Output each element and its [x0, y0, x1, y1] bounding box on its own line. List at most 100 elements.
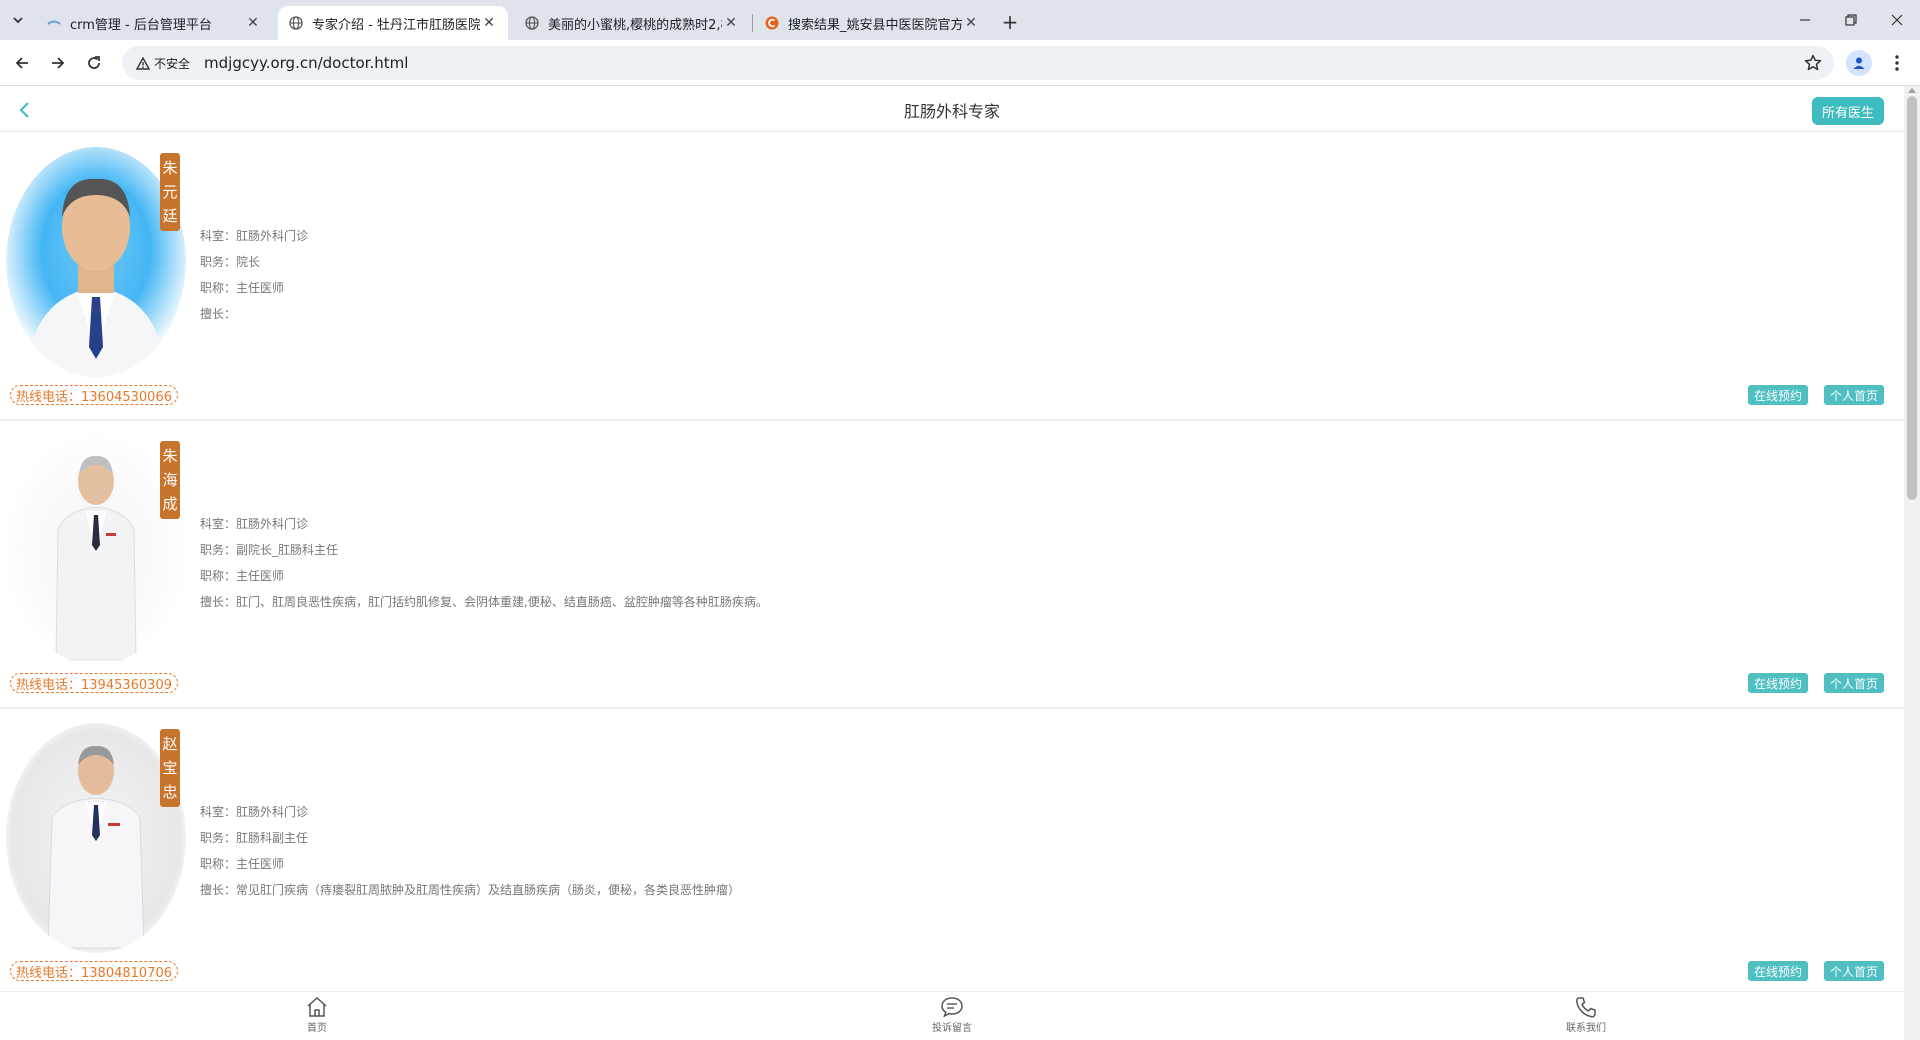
doctor-card: 朱 海 成 科室：肛肠外科门诊 职务：副院长_肛肠科主任 职称：主任医师 擅长：… — [0, 421, 1904, 709]
close-icon[interactable]: ✕ — [480, 14, 498, 32]
page-viewport: 肛肠外科专家 所有医生 朱 元 廷 科室：肛肠外科门诊 职务：院长 职称：主任医… — [0, 86, 1920, 1040]
tab-search-result[interactable]: 搜索结果_姚安县中医医院官方网 ✕ — [754, 6, 990, 40]
tab-strip: crm管理 - 后台管理平台 ✕ 专家介绍 - 牡丹江市肛肠医院 ✕ 美丽的小蜜… — [0, 0, 1920, 40]
doctor-photo[interactable] — [6, 147, 186, 377]
all-doctors-button[interactable]: 所有医生 — [1812, 97, 1884, 125]
doctor-title: 职称：主任医师 — [200, 569, 285, 583]
tab-doctor-page[interactable]: 专家介绍 - 牡丹江市肛肠医院 ✕ — [278, 6, 508, 40]
name-char: 元 — [162, 183, 178, 201]
doctor-position: 职务：副院长_肛肠科主任 — [200, 543, 339, 557]
doctor-position: 职务：肛肠科副主任 — [200, 831, 309, 845]
chevron-down-icon — [13, 17, 23, 24]
minimize-icon — [1800, 19, 1810, 21]
name-char: 成 — [162, 495, 178, 513]
doctor-department: 科室：肛肠外科门诊 — [200, 517, 309, 531]
back-arrow-icon — [15, 57, 28, 69]
doctor-hotline[interactable]: 热线电话：13604530066 — [10, 385, 178, 405]
online-appointment-button[interactable]: 在线预约 — [1748, 673, 1809, 693]
url-text[interactable]: mdjgcyy.org.cn/doctor.html — [204, 54, 408, 72]
plus-icon: + — [1001, 10, 1019, 34]
browser-menu-button[interactable] — [1884, 50, 1910, 76]
doctor-title: 职称：主任医师 — [200, 281, 285, 295]
phone-icon — [1575, 997, 1596, 1018]
doctor-photo[interactable] — [6, 723, 186, 953]
browser-toolbar: 不安全 mdjgcyy.org.cn/doctor.html — [0, 40, 1920, 86]
personal-homepage-button[interactable]: 个人首页 — [1824, 385, 1885, 405]
crm-favicon-icon — [46, 15, 62, 31]
name-char: 廷 — [162, 207, 178, 225]
name-char: 朱 — [162, 159, 178, 177]
tab-title: 搜索结果_姚安县中医医院官方网 — [788, 17, 962, 33]
more-icon — [1895, 55, 1899, 71]
nav-contact[interactable]: 联系我们 — [1546, 996, 1626, 1034]
tab-title: 专家介绍 - 牡丹江市肛肠医院 — [312, 17, 480, 33]
back-button[interactable] — [8, 49, 36, 77]
doctor-hotline[interactable]: 热线电话：13804810706 — [10, 961, 178, 981]
doctor-photo[interactable] — [6, 435, 186, 665]
tab-title: 美丽的小蜜桃,樱桃的成熟时2,桃 — [548, 17, 722, 33]
doctor-specialty: 擅长：肛门、肛周良恶性疾病，肛门括约肌修复、会阴体重建,便秘、结直肠癌、盆腔肿瘤… — [200, 595, 768, 609]
search-engine-favicon-icon — [764, 15, 780, 31]
name-char: 朱 — [162, 447, 178, 465]
doctor-department: 科室：肛肠外科门诊 — [200, 229, 309, 243]
doctor-specialty: 擅长：常见肛门疾病（痔瘘裂肛周脓肿及肛周性疾病）及结直肠疾病（肠炎，便秘，各类良… — [200, 883, 741, 897]
name-char: 忠 — [162, 783, 178, 801]
page-title: 肛肠外科专家 — [903, 102, 1000, 121]
security-label: 不安全 — [154, 56, 191, 71]
page-header: 肛肠外科专家 所有医生 — [0, 86, 1904, 132]
tab-separator — [752, 14, 753, 32]
scroll-up-icon[interactable] — [1908, 88, 1916, 93]
doctor-name-tag: 赵 宝 忠 — [160, 729, 180, 807]
doctor-specialty: 擅长： — [200, 307, 237, 321]
nav-home[interactable]: 首页 — [277, 996, 357, 1034]
name-char: 赵 — [162, 735, 178, 753]
minimize-button[interactable] — [1782, 0, 1828, 40]
doctor-hotline[interactable]: 热线电话：13945360309 — [10, 673, 178, 693]
page-scrollbar[interactable] — [1904, 86, 1920, 1040]
address-bar[interactable]: 不安全 mdjgcyy.org.cn/doctor.html — [122, 46, 1834, 80]
restore-icon — [1845, 14, 1857, 26]
personal-homepage-button[interactable]: 个人首页 — [1824, 961, 1885, 981]
nav-complaint[interactable]: 投诉留言 — [912, 996, 992, 1034]
restore-button[interactable] — [1828, 0, 1874, 40]
doctor-title: 职称：主任医师 — [200, 857, 285, 871]
tab-search-button[interactable] — [6, 8, 30, 32]
star-icon — [1804, 54, 1822, 71]
close-icon[interactable]: ✕ — [244, 14, 262, 32]
scroll-thumb[interactable] — [1907, 96, 1917, 500]
online-appointment-button[interactable]: 在线预约 — [1748, 385, 1809, 405]
doctor-info: 科室：肛肠外科门诊 职务：院长 职称：主任医师 擅长： — [200, 223, 308, 327]
doctor-department: 科室：肛肠外科门诊 — [200, 805, 309, 819]
close-icon — [1891, 14, 1903, 26]
bottom-nav: 首页 投诉留言 联系我们 — [0, 991, 1904, 1040]
doctor-card: 赵 宝 忠 科室：肛肠外科门诊 职务：肛肠科副主任 职称：主任医师 擅长：常见肛… — [0, 709, 1904, 997]
close-icon[interactable]: ✕ — [962, 14, 980, 32]
doctor-info: 科室：肛肠外科门诊 职务：肛肠科副主任 职称：主任医师 擅长：常见肛门疾病（痔瘘… — [200, 799, 740, 903]
nav-label: 联系我们 — [1566, 1023, 1606, 1034]
tab-peach[interactable]: 美丽的小蜜桃,樱桃的成熟时2,桃 ✕ — [514, 6, 750, 40]
globe-icon — [524, 15, 540, 31]
globe-icon — [288, 15, 304, 31]
profile-button[interactable] — [1846, 50, 1872, 76]
forward-arrow-icon — [52, 57, 65, 69]
new-tab-button[interactable]: + — [996, 8, 1024, 36]
forward-button[interactable] — [44, 49, 72, 77]
reload-button[interactable] — [80, 49, 108, 77]
home-icon — [307, 996, 327, 1017]
doctor-name-tag: 朱 元 廷 — [160, 153, 180, 231]
security-indicator[interactable]: 不安全 — [130, 51, 196, 75]
personal-homepage-button[interactable]: 个人首页 — [1824, 673, 1885, 693]
doctor-position: 职务：院长 — [200, 255, 261, 269]
bookmark-button[interactable] — [1802, 52, 1824, 74]
close-icon[interactable]: ✕ — [722, 14, 740, 32]
reload-icon — [88, 56, 100, 69]
close-window-button[interactable] — [1874, 0, 1920, 40]
warning-icon — [136, 56, 150, 70]
tab-crm[interactable]: crm管理 - 后台管理平台 ✕ — [36, 6, 272, 40]
doctor-info: 科室：肛肠外科门诊 职务：副院长_肛肠科主任 职称：主任医师 擅长：肛门、肛周良… — [200, 511, 768, 615]
name-char: 宝 — [162, 759, 178, 777]
tab-title: crm管理 - 后台管理平台 — [70, 17, 212, 33]
name-char: 海 — [162, 471, 178, 489]
doctor-card: 朱 元 廷 科室：肛肠外科门诊 职务：院长 职称：主任医师 擅长： 热线电话：1… — [0, 133, 1904, 421]
online-appointment-button[interactable]: 在线预约 — [1748, 961, 1809, 981]
